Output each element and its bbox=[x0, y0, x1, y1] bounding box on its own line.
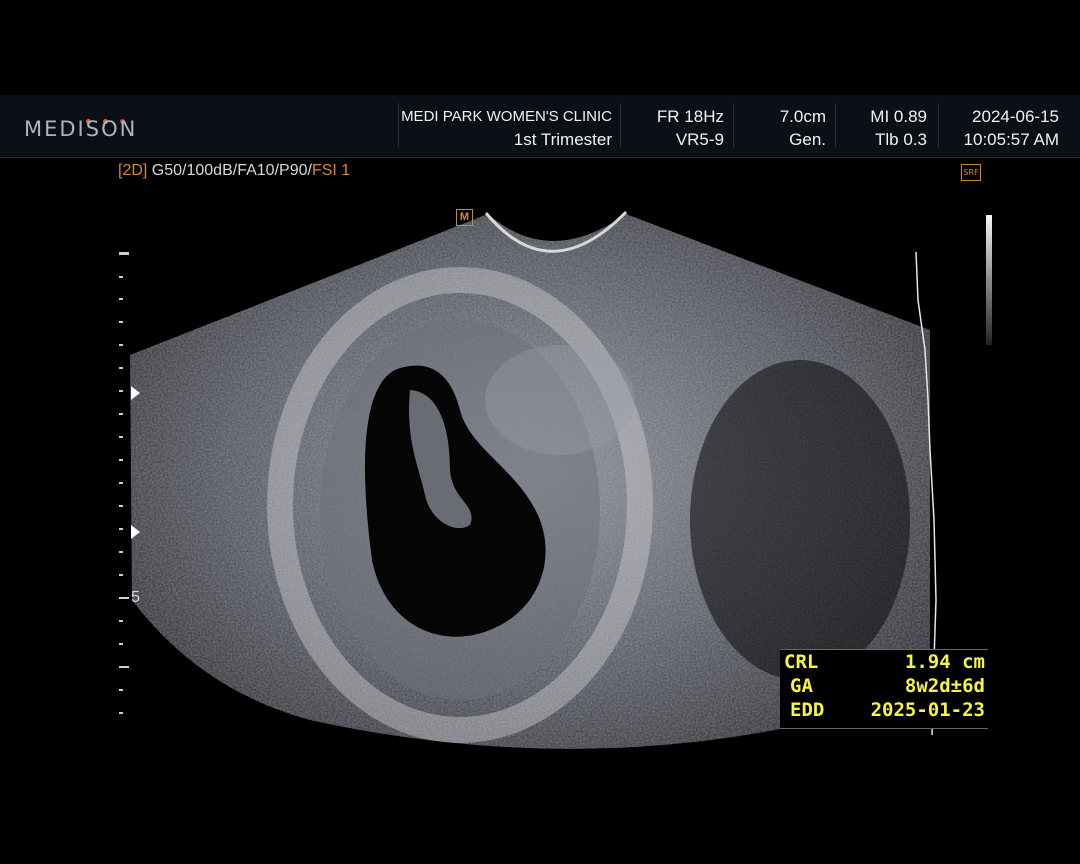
power-param: P90/ bbox=[279, 162, 312, 179]
mi-value: MI 0.89 bbox=[870, 107, 927, 126]
measurement-panel: CRL 1.94 cm GA 8w2d±6d EDD 2025-01-23 bbox=[780, 649, 988, 729]
depth-tick bbox=[119, 505, 123, 507]
header-divider bbox=[835, 103, 836, 147]
depth-tick bbox=[119, 321, 123, 323]
depth-tick bbox=[119, 436, 123, 438]
depth-tick bbox=[119, 712, 123, 714]
header-divider bbox=[733, 103, 734, 147]
measurement-label: CRL bbox=[784, 651, 819, 673]
imaging-parameters: [2D] G50/100dB/FA10/P90/FSI 1 bbox=[118, 162, 350, 180]
depth-value: 7.0cm bbox=[779, 107, 826, 126]
depth-tick bbox=[119, 643, 123, 645]
depth-tick bbox=[119, 344, 123, 346]
mode-value: Gen. bbox=[789, 130, 826, 149]
depth-info: 7.0cm Gen. bbox=[780, 105, 826, 151]
depth-tick bbox=[119, 574, 123, 576]
date-value: 2024-06-15 bbox=[972, 107, 1059, 126]
depth-tick bbox=[119, 620, 123, 622]
safety-info: MI 0.89 Tlb 0.3 bbox=[870, 105, 927, 151]
depth-scale bbox=[119, 246, 129, 726]
orientation-marker-icon: M bbox=[456, 209, 473, 226]
frame-average-param: FA10/ bbox=[237, 162, 280, 179]
depth-tick bbox=[119, 413, 123, 415]
brand-logo: MEDISON bbox=[24, 117, 138, 141]
depth-tick bbox=[119, 298, 123, 300]
depth-tick bbox=[119, 689, 123, 691]
header-bar: MEDISON MEDI PARK WOMEN'S CLINIC 1st Tri… bbox=[0, 95, 1080, 158]
depth-scale-label: 5 bbox=[131, 589, 140, 606]
measurement-label: EDD bbox=[790, 699, 825, 721]
measurement-row: CRL 1.94 cm bbox=[780, 650, 988, 674]
depth-tick bbox=[119, 551, 123, 553]
clinic-name: MEDI PARK WOMEN'S CLINIC bbox=[401, 108, 612, 125]
depth-tick bbox=[119, 390, 123, 392]
focus-marker-icon[interactable] bbox=[131, 386, 140, 400]
gain-param: G50/ bbox=[151, 162, 187, 179]
volume-preset: VR5-9 bbox=[675, 130, 724, 149]
header-divider bbox=[938, 103, 939, 147]
measurement-label: GA bbox=[790, 675, 813, 697]
exam-preset: 1st Trimester bbox=[513, 130, 612, 149]
dynamic-range-param: 100dB/ bbox=[186, 162, 238, 179]
datetime: 2024-06-15 10:05:57 AM bbox=[964, 105, 1059, 151]
header-divider bbox=[620, 103, 621, 147]
tib-value: Tlb 0.3 bbox=[875, 130, 927, 149]
depth-tick bbox=[119, 459, 123, 461]
measurement-row: GA 8w2d±6d bbox=[780, 674, 988, 698]
measurement-value: 2025-01-23 bbox=[870, 699, 985, 721]
grayscale-bar bbox=[986, 215, 992, 345]
clinic-info: MEDI PARK WOMEN'S CLINIC 1st Trimester bbox=[401, 105, 612, 151]
depth-tick bbox=[119, 482, 123, 484]
fsi-param: FSI 1 bbox=[311, 162, 351, 179]
time-value: 10:05:57 AM bbox=[963, 130, 1059, 149]
mode-tag: [2D] bbox=[118, 162, 148, 179]
measurement-value: 1.94 cm bbox=[904, 651, 985, 673]
depth-tick bbox=[119, 367, 123, 369]
focus-marker-icon[interactable] bbox=[131, 525, 140, 539]
srf-icon: SRF bbox=[961, 164, 981, 181]
measurement-row: EDD 2025-01-23 bbox=[780, 698, 988, 722]
header-divider bbox=[398, 103, 399, 147]
frame-info: FR 18Hz VR5-9 bbox=[657, 105, 724, 151]
depth-tick bbox=[119, 276, 123, 278]
depth-tick bbox=[119, 666, 129, 668]
depth-tick bbox=[119, 597, 129, 599]
depth-tick bbox=[119, 528, 123, 530]
frame-rate: FR 18Hz bbox=[656, 107, 724, 126]
measurement-value: 8w2d±6d bbox=[904, 675, 985, 697]
depth-tick bbox=[119, 252, 129, 255]
